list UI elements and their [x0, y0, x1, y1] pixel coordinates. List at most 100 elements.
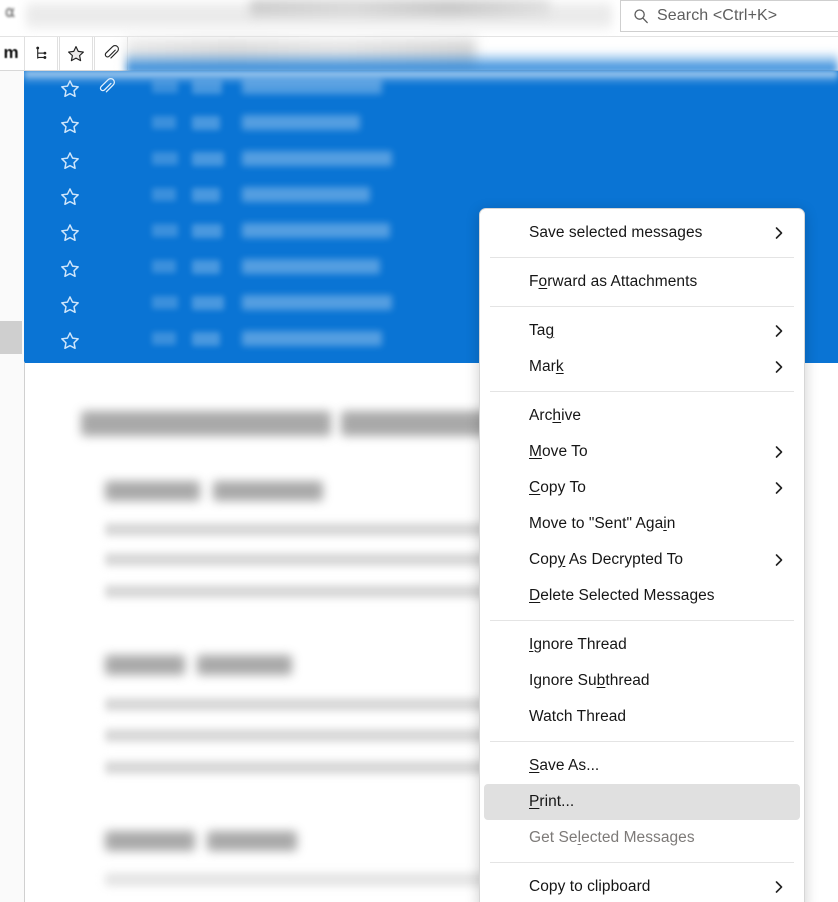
menu-item-move-to-sent-again[interactable]: Move to "Sent" Again: [484, 506, 800, 542]
thread-icon: [33, 45, 50, 62]
message-row[interactable]: [24, 143, 838, 179]
blurred-cell-date: [152, 80, 178, 93]
blurred-cell-subject: [242, 187, 370, 202]
menu-item-get-selected-messages: Get Selected Messages: [484, 820, 800, 856]
menu-item-copy-as-decrypted-to[interactable]: Copy As Decrypted To: [484, 542, 800, 578]
message-row[interactable]: [24, 71, 838, 107]
blurred-body-2-line-2: [105, 729, 495, 742]
menu-item-label: Move To: [529, 443, 588, 460]
chevron-right-icon: [772, 880, 786, 894]
blurred-cell-flag: [192, 296, 224, 310]
menu-item-archive[interactable]: Archive: [484, 398, 800, 434]
star-icon[interactable]: [60, 223, 80, 243]
menu-item-label: Delete Selected Messages: [529, 587, 715, 604]
thread-column-button[interactable]: [24, 37, 58, 70]
blurred-heading-3b: [207, 831, 297, 851]
blurred-cell-flag: [192, 224, 222, 238]
star-icon[interactable]: [60, 295, 80, 315]
chevron-right-icon: [772, 481, 786, 495]
menu-item-label: Get Selected Messages: [529, 829, 695, 846]
blurred-cell-date: [152, 296, 178, 309]
selection-top-fade: [126, 51, 838, 73]
blurred-cell-date: [152, 116, 176, 129]
star-icon[interactable]: [60, 79, 80, 99]
blurred-cell-flag: [192, 152, 224, 166]
message-context-menu[interactable]: Save selected messages Forward as Attachm…: [479, 208, 805, 902]
star-icon[interactable]: [60, 259, 80, 279]
chevron-right-icon: [772, 360, 786, 374]
blurred-cell-subject: [242, 151, 392, 166]
message-list-column-header: m: [0, 37, 838, 73]
menu-separator: [490, 257, 794, 258]
menu-item-copy-to[interactable]: Copy To: [484, 470, 800, 506]
blurred-heading-1a: [105, 481, 200, 501]
paperclip-icon: [98, 78, 116, 98]
chevron-right-icon: [772, 553, 786, 567]
menu-item-label: Save selected messages: [529, 224, 703, 241]
account-shield-icon: ⍺: [4, 4, 16, 21]
blurred-body-2-line-1: [105, 698, 505, 711]
message-row[interactable]: [24, 107, 838, 143]
menu-item-mark[interactable]: Mark: [484, 349, 800, 385]
blurred-cell-date: [152, 188, 176, 201]
blurred-cell-subject: [242, 115, 360, 130]
star-icon[interactable]: [60, 331, 80, 351]
blurred-subject-a: [81, 411, 331, 436]
menu-separator: [490, 306, 794, 307]
blurred-body-2-line-3: [105, 761, 505, 774]
blurred-cell-subject: [242, 223, 390, 238]
blurred-cell-subject: [242, 259, 380, 274]
column-header-first-letter: m: [3, 43, 19, 62]
message-list-left-gutter: [0, 71, 24, 361]
menu-item-label: Tag: [529, 322, 555, 339]
blurred-cell-date: [152, 224, 178, 237]
menu-item-save-selected-messages[interactable]: Save selected messages: [484, 215, 800, 251]
star-icon: [67, 45, 85, 63]
menu-item-label: Ignore Subthread: [529, 672, 650, 689]
star-icon[interactable]: [60, 151, 80, 171]
blurred-cell-flag: [192, 116, 220, 130]
blurred-heading-3a: [105, 831, 195, 851]
menu-item-label: Copy As Decrypted To: [529, 551, 684, 568]
menu-item-print[interactable]: Print...: [484, 784, 800, 820]
menu-item-label: Print...: [529, 793, 575, 810]
search-icon: [633, 8, 649, 24]
menu-item-label: Watch Thread: [529, 708, 627, 725]
menu-item-watch-thread[interactable]: Watch Thread: [484, 699, 800, 735]
blurred-cell-subject: [242, 79, 382, 94]
menu-item-tag[interactable]: Tag: [484, 313, 800, 349]
blurred-cell-flag: [192, 188, 220, 202]
star-column-button[interactable]: [59, 37, 93, 70]
menu-item-ignore-subthread[interactable]: Ignore Subthread: [484, 663, 800, 699]
blurred-cell-flag: [192, 80, 222, 94]
menu-item-move-to[interactable]: Move To: [484, 434, 800, 470]
star-icon[interactable]: [60, 115, 80, 135]
thunderbird-window: ⍺ Search <Ctrl+K> m Save selected messag…: [0, 0, 838, 902]
star-icon[interactable]: [60, 187, 80, 207]
blurred-body-1-line-3: [105, 585, 495, 598]
blurred-heading-2b: [197, 655, 292, 675]
blurred-cell-date: [152, 152, 178, 165]
blurred-body-1-line-2: [105, 553, 500, 566]
blurred-cell-subject: [242, 295, 392, 310]
blurred-cell-flag: [192, 332, 220, 346]
blurred-body-3-line-1: [105, 873, 525, 886]
search-placeholder-text: Search <Ctrl+K>: [657, 7, 778, 24]
attachment-column-button[interactable]: [94, 37, 128, 70]
chevron-right-icon: [772, 226, 786, 240]
menu-item-ignore-thread[interactable]: Ignore Thread: [484, 627, 800, 663]
menu-item-label: Copy To: [529, 479, 586, 496]
blurred-body-1-line-1: [105, 523, 515, 536]
menu-item-delete-selected-messages[interactable]: Delete Selected Messages: [484, 578, 800, 614]
menu-item-save-as[interactable]: Save As...: [484, 748, 800, 784]
blurred-cell-subject: [242, 331, 382, 346]
folder-pane-scroll-thumb[interactable]: [0, 321, 22, 354]
blurred-cell-date: [152, 260, 176, 273]
menu-separator: [490, 620, 794, 621]
blurred-heading-1b: [213, 481, 323, 501]
menu-item-copy-to-clipboard[interactable]: Copy to clipboard: [484, 869, 800, 902]
search-input[interactable]: Search <Ctrl+K>: [620, 0, 838, 32]
menu-item-forward-as-attachments[interactable]: Forward as Attachments: [484, 264, 800, 300]
menu-item-label: Ignore Thread: [529, 636, 627, 653]
paperclip-icon: [103, 45, 120, 62]
